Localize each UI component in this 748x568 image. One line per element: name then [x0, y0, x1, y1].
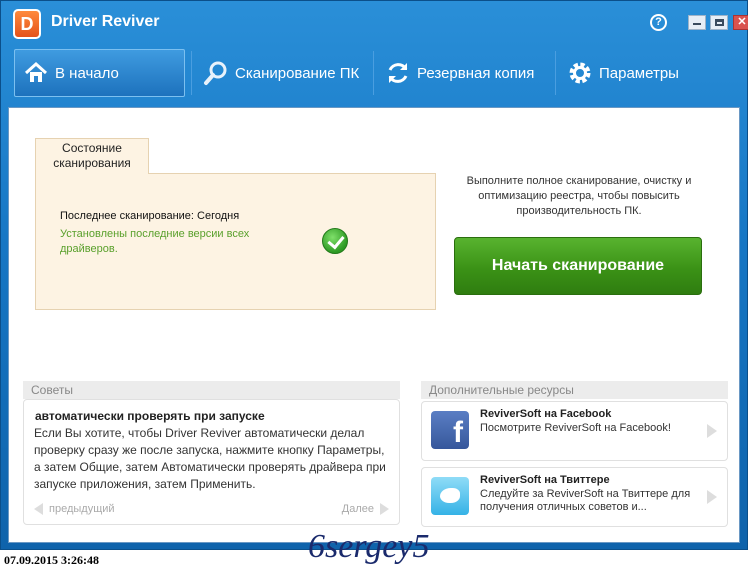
- facebook-icon: f: [431, 411, 469, 449]
- tip-body: Если Вы хотите, чтобы Driver Reviver авт…: [34, 426, 386, 491]
- title-bar: D Driver Reviver ? ✕: [1, 1, 748, 43]
- tips-panel: автоматически проверять при запуске Если…: [23, 399, 400, 525]
- previous-tip-button[interactable]: предыдущий: [34, 503, 115, 516]
- screenshot-timestamp: 07.09.2015 3:26:48: [4, 553, 99, 567]
- minimize-icon: [693, 23, 701, 25]
- next-label: Далее: [341, 503, 374, 515]
- close-button[interactable]: ✕: [733, 15, 748, 30]
- nav-divider: [191, 51, 192, 95]
- nav-item-scan[interactable]: Сканирование ПК: [195, 49, 370, 97]
- start-scan-button[interactable]: Начать сканирование: [454, 237, 702, 295]
- nav-item-label: Сканирование ПК: [235, 64, 360, 82]
- resource-description: Следуйте за ReviverSoft на Твиттере для …: [480, 488, 691, 513]
- nav-item-backup[interactable]: Резервная копия: [377, 49, 551, 97]
- promo-text: Выполните полное сканирование, очистку и…: [466, 175, 692, 217]
- last-scan-text: Последнее сканирование: Сегодня: [60, 210, 240, 222]
- watermark: 6sergey5: [308, 528, 430, 565]
- maximize-icon: [715, 19, 724, 26]
- app-window: D Driver Reviver ? ✕ В начало Сканирован…: [0, 0, 748, 550]
- nav-item-label: Параметры: [599, 64, 679, 82]
- nav-divider: [555, 51, 556, 95]
- nav-divider: [373, 51, 374, 95]
- main-panel: Состояние сканирования Последнее сканиро…: [8, 107, 740, 543]
- magnifier-icon: [203, 60, 229, 86]
- nav-item-settings[interactable]: Параметры: [559, 49, 729, 97]
- status-box: Последнее сканирование: Сегодня Установл…: [35, 173, 436, 310]
- resource-title: ReviverSoft на Твиттере: [480, 474, 610, 486]
- help-button[interactable]: ?: [650, 14, 667, 31]
- refresh-icon: [385, 60, 411, 86]
- close-icon: ✕: [737, 16, 747, 28]
- resource-description: Посмотрите ReviverSoft на Facebook!: [480, 422, 671, 434]
- arrow-right-icon: [380, 503, 389, 516]
- next-tip-button[interactable]: Далее: [341, 503, 389, 516]
- tips-header: Советы: [23, 381, 400, 399]
- minimize-button[interactable]: [688, 15, 706, 30]
- main-navigation: В начало Сканирование ПК Резервная копия…: [1, 47, 747, 99]
- resource-title: ReviverSoft на Facebook: [480, 408, 612, 420]
- resources-header: Дополнительные ресурсы: [421, 381, 728, 399]
- home-icon: [23, 60, 49, 86]
- nav-item-label: В начало: [55, 64, 119, 82]
- app-title: Driver Reviver: [51, 13, 160, 30]
- status-message: Установлены последние версии всех драйве…: [60, 228, 250, 255]
- app-logo-icon: D: [13, 9, 41, 39]
- twitter-icon: [431, 477, 469, 515]
- status-tab[interactable]: Состояние сканирования: [35, 138, 149, 174]
- arrow-right-icon: [707, 424, 717, 438]
- nav-item-label: Резервная копия: [417, 64, 535, 82]
- tip-title: автоматически проверять при запуске: [35, 409, 265, 423]
- gear-icon: [567, 60, 593, 86]
- previous-label: предыдущий: [49, 503, 115, 515]
- arrow-left-icon: [34, 503, 43, 516]
- twitter-link-card[interactable]: ReviverSoft на Твиттере Следуйте за Revi…: [421, 467, 728, 527]
- facebook-link-card[interactable]: f ReviverSoft на Facebook Посмотрите Rev…: [421, 401, 728, 461]
- maximize-button[interactable]: [710, 15, 728, 30]
- arrow-right-icon: [707, 490, 717, 504]
- checkmark-icon: [322, 228, 348, 254]
- nav-item-home[interactable]: В начало: [14, 49, 185, 97]
